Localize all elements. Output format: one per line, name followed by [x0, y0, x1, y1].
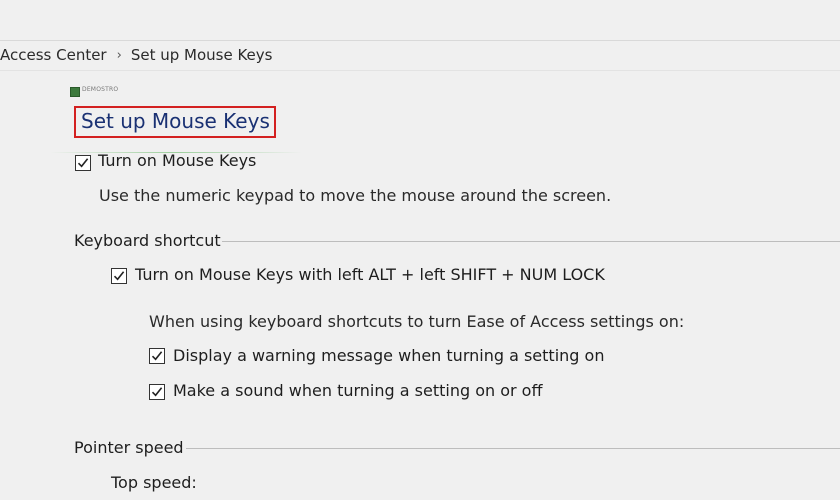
pointer-speed-heading: Pointer speed: [74, 438, 184, 457]
keyboard-shortcut-divider: [222, 241, 840, 242]
sound-label[interactable]: Make a sound when turning a setting on o…: [173, 381, 542, 400]
keyboard-shortcut-heading: Keyboard shortcut: [74, 231, 221, 250]
sound-checkbox[interactable]: [149, 384, 165, 400]
turn-on-mouse-keys-checkbox[interactable]: [75, 155, 91, 171]
turn-on-mouse-keys-description: Use the numeric keypad to move the mouse…: [99, 186, 612, 205]
window-top-strip: [0, 0, 840, 41]
app-logo-icon: [70, 87, 80, 97]
warning-message-checkbox[interactable]: [149, 348, 165, 364]
warning-message-label[interactable]: Display a warning message when turning a…: [173, 346, 604, 365]
pointer-speed-divider: [186, 448, 840, 449]
breadcrumb-item-ease-of-access-center[interactable]: Access Center: [0, 46, 107, 64]
breadcrumb: Access Center › Set up Mouse Keys: [0, 44, 272, 66]
breadcrumb-chevron-icon: ›: [116, 47, 122, 63]
shortcut-toggle-checkbox[interactable]: [111, 268, 127, 284]
page-title: Set up Mouse Keys: [74, 106, 276, 138]
checkmark-icon: [113, 271, 125, 281]
checkmark-icon: [151, 387, 163, 397]
shortcut-subheading: When using keyboard shortcuts to turn Ea…: [149, 312, 685, 331]
checkmark-icon: [77, 158, 89, 168]
top-speed-label: Top speed:: [111, 473, 197, 492]
breadcrumb-item-current[interactable]: Set up Mouse Keys: [131, 46, 273, 64]
breadcrumb-divider: [0, 70, 840, 71]
shortcut-toggle-label[interactable]: Turn on Mouse Keys with left ALT + left …: [135, 265, 605, 284]
turn-on-mouse-keys-label[interactable]: Turn on Mouse Keys: [98, 151, 256, 170]
app-logo-text: DEMOSTRO: [82, 86, 119, 93]
checkmark-icon: [151, 351, 163, 361]
